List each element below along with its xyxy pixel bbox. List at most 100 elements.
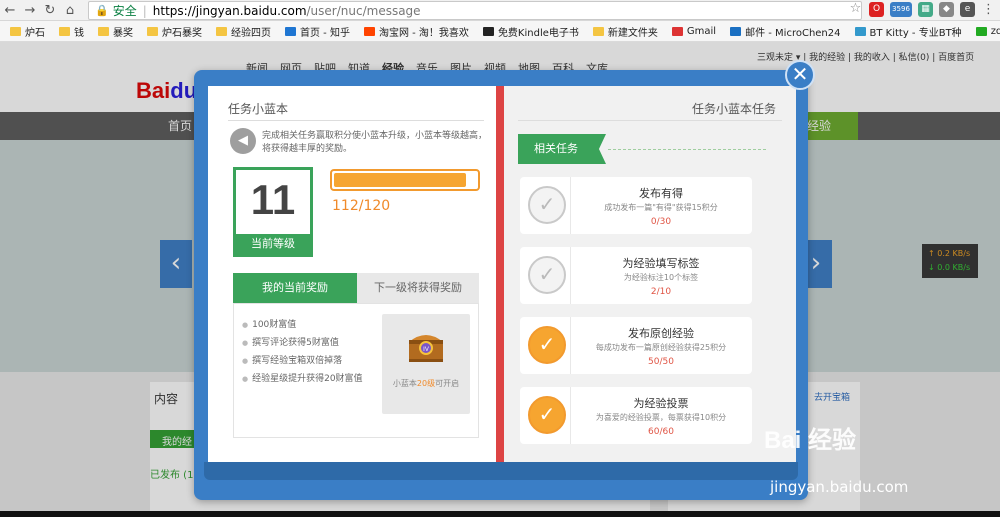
- bookmark[interactable]: 炉石: [10, 24, 45, 39]
- treasure-chest-card[interactable]: IV 小蓝本20级可开启: [382, 314, 470, 414]
- bookmark[interactable]: 首页 - 知乎: [285, 24, 350, 39]
- description: 完成相关任务赢取积分使小蓝本升级，小蓝本等级越高，将获得越丰厚的奖励。: [262, 131, 488, 154]
- treasure-chest-icon: IV: [409, 335, 443, 362]
- task-title: 发布原创经验: [628, 327, 694, 340]
- list-item: 经验星级提升获得20财富值: [242, 370, 374, 388]
- url-path: /user/nuc/message: [306, 3, 421, 18]
- close-button[interactable]: ✕: [785, 60, 815, 90]
- right-page-title: 任务小蓝本任务: [691, 102, 776, 116]
- gmail-icon: [671, 26, 683, 36]
- folder-icon: [59, 26, 70, 36]
- progress-fill: [334, 173, 467, 187]
- level-label: 当前等级: [236, 234, 310, 254]
- task-card[interactable]: ✓ 为经验投票 为喜爱的经验投票，每票获得10积分 60/60: [520, 387, 752, 444]
- outlook-icon: [730, 26, 742, 36]
- task-title: 发布有得: [639, 187, 683, 200]
- reward-panel: 100财富值 撰写评论获得5财富值 撰写经验宝箱双倍掉落 经验星级提升获得20财…: [233, 303, 479, 438]
- list-item: 100财富值: [242, 316, 374, 334]
- speaker-icon: ◀: [230, 128, 256, 154]
- reward-list: 100财富值 撰写评论获得5财富值 撰写经验宝箱双倍掉落 经验星级提升获得20财…: [242, 316, 374, 388]
- bookmark[interactable]: 免费Kindle电子书: [482, 24, 579, 39]
- url-host: https://jingyan.baidu.com: [152, 3, 307, 18]
- baidu-watermark: Bai 经验: [764, 427, 857, 454]
- folder-icon: [10, 26, 21, 36]
- task-desc: 每成功发布一篇原创经验获得25积分: [595, 343, 727, 352]
- task-progress: 50/50: [648, 357, 674, 367]
- check-icon: ✓: [528, 186, 566, 224]
- bookmark[interactable]: 淘宝网 - 淘！我喜欢: [363, 24, 469, 39]
- reload-button[interactable]: ↻: [40, 3, 60, 18]
- lock-icon: 🔒: [95, 4, 109, 17]
- bookmark[interactable]: Gmail: [671, 26, 716, 37]
- folder-icon: [98, 26, 109, 36]
- task-card[interactable]: ✓ 发布有得 成功发布一篇"有得"获得15积分 0/30: [520, 177, 752, 234]
- task-book-modal: 任务小蓝本 ◀ 完成相关任务赢取积分使小蓝本升级，小蓝本等级越高，将获得越丰厚的…: [194, 70, 808, 500]
- folder-icon: [592, 26, 604, 36]
- reward-tabs: 我的当前奖励 下一级将获得奖励: [233, 273, 479, 303]
- task-desc: 为喜爱的经验投票，每票获得10积分: [595, 413, 727, 422]
- task-progress: 2/10: [650, 287, 672, 297]
- watermark-url: jingyan.baidu.com: [770, 478, 909, 496]
- right-page: 任务小蓝本任务 相关任务 ✓ 发布有得 成功发布一篇"有得"获得15积分 0/3…: [504, 86, 796, 462]
- menu-icon[interactable]: ⋮: [981, 2, 996, 17]
- taobao-icon: [363, 26, 375, 36]
- amazon-icon: [482, 26, 494, 36]
- opera-icon[interactable]: O: [869, 2, 884, 17]
- home-icon[interactable]: ⌂: [60, 3, 80, 18]
- bookmark[interactable]: 经验四页: [216, 24, 271, 39]
- bookmark[interactable]: 新建文件夹: [592, 24, 658, 39]
- check-icon: ✓: [528, 256, 566, 294]
- ext-puzzle-icon[interactable]: ◆: [939, 2, 954, 17]
- book-bottom-edge: [204, 462, 798, 480]
- svg-text:IV: IV: [423, 347, 429, 353]
- level-box: 11 当前等级: [233, 167, 313, 257]
- progress-text: 112/120: [332, 198, 391, 214]
- task-progress: 60/60: [648, 427, 674, 437]
- divider: [228, 120, 484, 121]
- task-title: 为经验投票: [633, 397, 689, 410]
- task-title: 为经验填写标签: [622, 257, 700, 270]
- zdfans-icon: [975, 26, 987, 36]
- forward-button[interactable]: →: [20, 3, 40, 18]
- bookmark[interactable]: BT Kitty - 专业BT种: [854, 24, 962, 39]
- list-item: 撰写经验宝箱双倍掉落: [242, 352, 374, 370]
- task-progress: 0/30: [650, 217, 672, 227]
- extension-icons: ☆ O 3596 ▦ ◆ e ⋮: [848, 2, 996, 17]
- security-label: 安全: [112, 4, 137, 18]
- bookmark[interactable]: 炉石暴奖: [147, 24, 202, 39]
- divider: [518, 120, 782, 121]
- bookmark[interactable]: zdfans: [975, 26, 1000, 37]
- level-number: 11: [250, 176, 296, 223]
- taskbar: [0, 511, 1000, 517]
- bt-icon: [854, 26, 866, 36]
- tab-next-reward[interactable]: 下一级将获得奖励: [357, 273, 479, 303]
- bookmark[interactable]: 钱: [59, 24, 84, 39]
- bookmark[interactable]: 邮件 - MicroChen24: [730, 24, 841, 39]
- dashed-divider: [608, 149, 766, 150]
- ext-grid-icon[interactable]: ▦: [918, 2, 933, 17]
- left-page: 任务小蓝本 ◀ 完成相关任务赢取积分使小蓝本升级，小蓝本等级越高，将获得越丰厚的…: [208, 86, 498, 462]
- check-done-icon: ✓: [528, 396, 566, 434]
- star-icon[interactable]: ☆: [848, 2, 863, 17]
- level-progress-bar: [330, 169, 480, 191]
- list-item: 撰写评论获得5财富值: [242, 334, 374, 352]
- evernote-icon[interactable]: e: [960, 2, 975, 17]
- address-bar[interactable]: 🔒 安全 | https://jingyan.baidu.com /user/n…: [88, 1, 862, 20]
- related-tasks-label: 相关任务: [518, 134, 606, 164]
- task-card[interactable]: ✓ 发布原创经验 每成功发布一篇原创经验获得25积分 50/50: [520, 317, 752, 374]
- bookmarks-bar: 炉石 钱 暴奖 炉石暴奖 经验四页 首页 - 知乎 淘宝网 - 淘！我喜欢 免费…: [0, 21, 1000, 42]
- folder-icon: [216, 26, 227, 36]
- folder-icon: [147, 26, 158, 36]
- ext-badge[interactable]: 3596: [890, 2, 912, 17]
- back-button[interactable]: ←: [0, 3, 20, 18]
- zhihu-icon: [285, 26, 296, 36]
- task-desc: 为经验标注10个标签: [623, 273, 699, 282]
- bookmark[interactable]: 暴奖: [98, 24, 133, 39]
- chest-caption: 小蓝本20级可开启: [392, 379, 460, 388]
- left-page-title: 任务小蓝本: [228, 102, 289, 116]
- tab-current-reward[interactable]: 我的当前奖励: [233, 273, 357, 303]
- check-done-icon: ✓: [528, 326, 566, 364]
- task-card[interactable]: ✓ 为经验填写标签 为经验标注10个标签 2/10: [520, 247, 752, 304]
- browser-toolbar: ← → ↻ ⌂ 🔒 安全 | https://jingyan.baidu.com…: [0, 0, 1000, 21]
- task-desc: 成功发布一篇"有得"获得15积分: [604, 203, 718, 212]
